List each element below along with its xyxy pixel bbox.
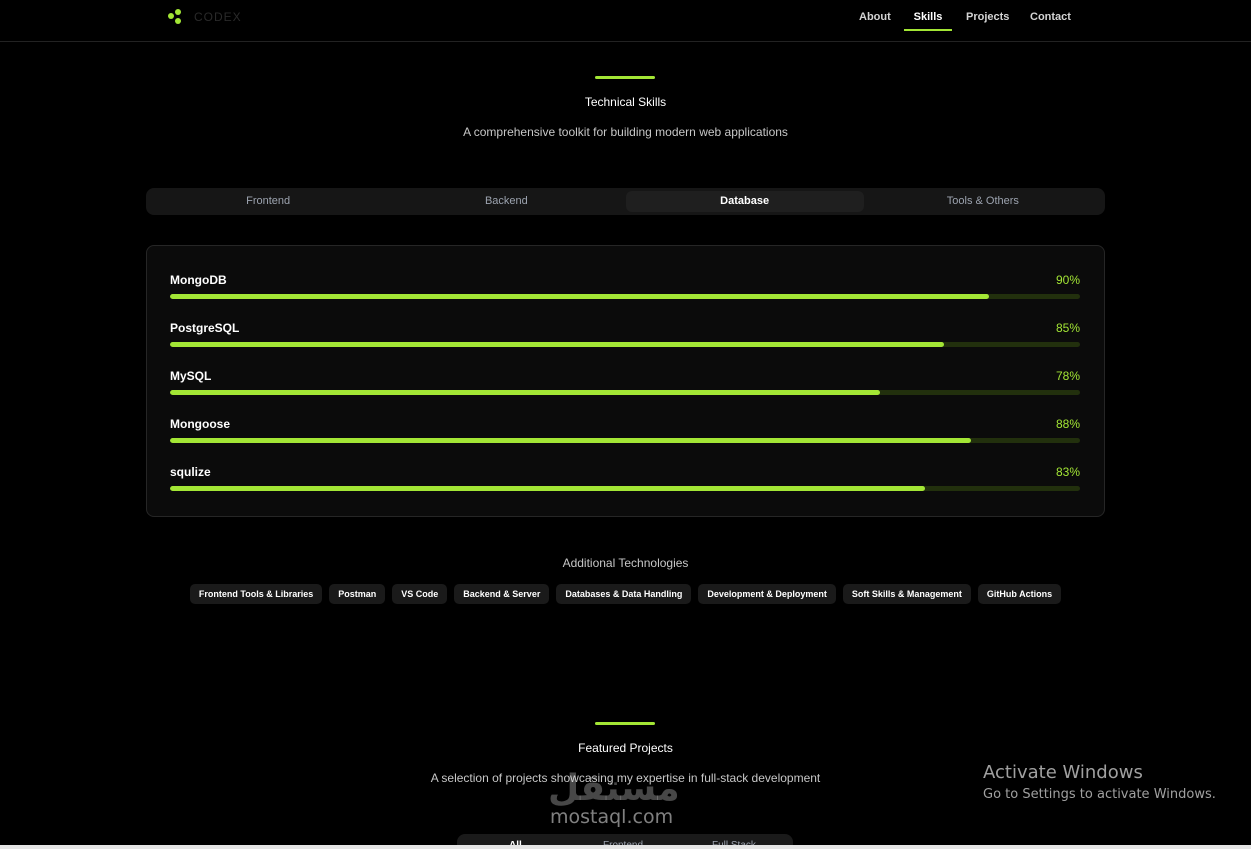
nav-about[interactable]: About (859, 10, 891, 30)
tab-backend[interactable]: Backend (387, 191, 625, 212)
watermark-arabic: مستقل (548, 768, 680, 809)
skill-progress-track (170, 438, 1080, 443)
skill-progress-track (170, 294, 1080, 299)
logo-icon (168, 9, 184, 25)
skill-progress-track (170, 390, 1080, 395)
skill-row: squlize 83% (170, 465, 1080, 505)
projects-title: Featured Projects (578, 741, 673, 755)
skill-name: MySQL (170, 369, 212, 383)
activate-windows-subtitle: Go to Settings to activate Windows. (983, 787, 1216, 802)
additional-technologies-list: Frontend Tools & Libraries Postman VS Co… (0, 584, 1251, 604)
section-accent-line (595, 76, 655, 79)
skill-row: Mongoose 88% (170, 417, 1080, 457)
tech-chip: Frontend Tools & Libraries (189, 584, 323, 604)
skill-row: PostgreSQL 85% (170, 321, 1080, 361)
skill-name: Mongoose (170, 417, 230, 431)
skill-progress-fill (170, 342, 944, 347)
skill-percent: 88% (1055, 417, 1080, 431)
tab-frontend[interactable]: Frontend (149, 191, 387, 212)
skill-progress-track (170, 486, 1080, 491)
nav-projects[interactable]: Projects (966, 10, 1009, 30)
bottom-edge (0, 845, 1251, 849)
tech-chip: Backend & Server (454, 584, 550, 604)
tech-chip: Soft Skills & Management (842, 584, 971, 604)
tab-tools-others[interactable]: Tools & Others (864, 191, 1102, 212)
skill-progress-fill (170, 486, 926, 491)
skill-progress-fill (170, 390, 880, 395)
tech-chip: VS Code (392, 584, 448, 604)
nav-contact[interactable]: Contact (1030, 10, 1071, 30)
tech-chip: GitHub Actions (977, 584, 1062, 604)
skills-title: Technical Skills (584, 95, 667, 109)
skill-row: MySQL 78% (170, 369, 1080, 409)
skill-name: PostgreSQL (170, 321, 240, 335)
skill-progress-fill (170, 294, 989, 299)
skills-card: MongoDB 90% PostgreSQL 85% MySQL 78% Mon… (146, 245, 1105, 517)
tech-chip: Databases & Data Handling (556, 584, 692, 604)
skills-tabs: Frontend Backend Database Tools & Others (146, 188, 1105, 215)
section-accent-line (595, 722, 655, 725)
skill-percent: 78% (1055, 369, 1080, 383)
tech-chip: Postman (329, 584, 386, 604)
additional-technologies-title: Additional Technologies (562, 556, 689, 570)
skill-name: squlize (170, 465, 211, 479)
top-navbar: CODEX About Skills Projects Contact (0, 0, 1251, 42)
skill-row: MongoDB 90% (170, 273, 1080, 313)
logo[interactable]: CODEX (168, 9, 242, 25)
skill-progress-track (170, 342, 1080, 347)
skill-percent: 83% (1055, 465, 1080, 479)
logo-text: CODEX (194, 10, 242, 24)
skill-percent: 90% (1055, 273, 1080, 287)
watermark-latin: mostaql.com (550, 806, 674, 828)
skill-name: MongoDB (170, 273, 227, 287)
tech-chip: Development & Deployment (698, 584, 836, 604)
tab-database[interactable]: Database (625, 191, 864, 212)
skill-progress-fill (170, 438, 971, 443)
skills-subtitle: A comprehensive toolkit for building mod… (463, 125, 788, 139)
skill-percent: 85% (1055, 321, 1080, 335)
nav-skills[interactable]: Skills (904, 10, 952, 31)
activate-windows-title: Activate Windows (983, 762, 1143, 783)
